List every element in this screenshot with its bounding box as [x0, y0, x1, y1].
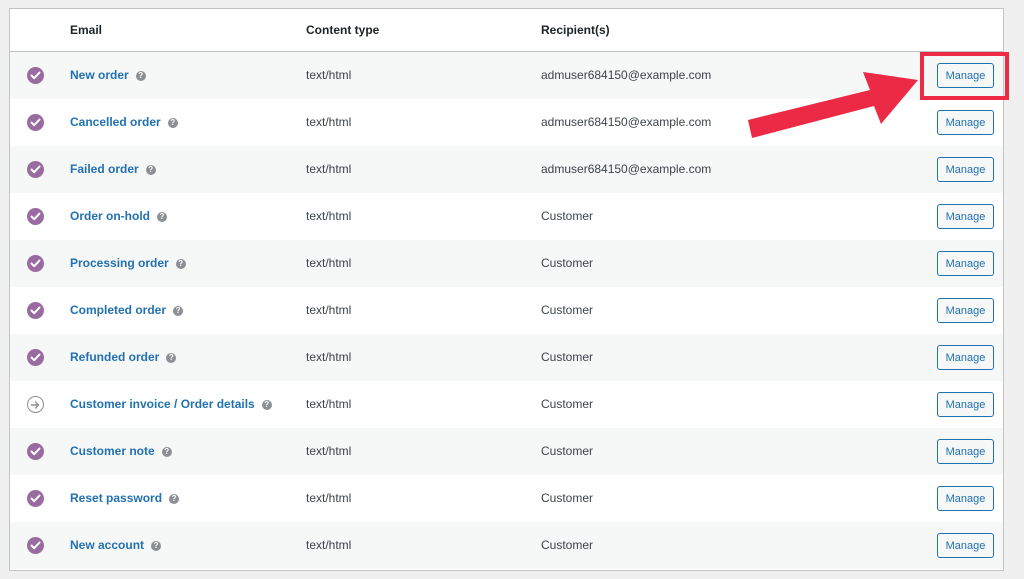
email-name-link[interactable]: Customer invoice / Order details [70, 397, 255, 411]
help-tip-icon[interactable]: ? [151, 541, 162, 551]
email-name-link[interactable]: New account [70, 538, 144, 552]
email-cell: New account? [70, 538, 162, 552]
email-name-link[interactable]: Completed order [70, 303, 166, 317]
table-row: Order on-hold? text/html Customer Manage [10, 193, 1003, 240]
content-type-cell: text/html [306, 209, 352, 223]
table-row: Reset password? text/html Customer Manage [10, 475, 1003, 522]
email-cell: Reset password? [70, 491, 180, 505]
email-cell: Failed order? [70, 162, 156, 176]
email-cell: Customer invoice / Order details? [70, 397, 272, 411]
content-type-cell: text/html [306, 491, 352, 505]
help-tip-icon[interactable]: ? [173, 306, 184, 316]
email-name-link[interactable]: Customer note [70, 444, 155, 458]
help-tip-icon[interactable]: ? [157, 212, 167, 222]
enabled-check-icon [27, 67, 44, 84]
email-cell: Order on-hold? [70, 209, 167, 223]
recipient-cell: Customer [541, 397, 594, 411]
recipient-cell: Customer [541, 209, 594, 223]
help-tip-icon[interactable]: ? [161, 447, 172, 457]
help-tip-icon[interactable]: ? [145, 165, 156, 175]
manual-send-arrow-icon [27, 396, 44, 413]
recipient-cell: Customer [541, 303, 594, 317]
table-row: Customer invoice / Order details? text/ht… [10, 381, 1003, 428]
content-type-cell: text/html [306, 397, 352, 411]
content-type-cell: text/html [306, 256, 352, 270]
recipient-cell: Customer [541, 538, 594, 552]
email-name-link[interactable]: Refunded order [70, 350, 159, 364]
recipient-cell: Customer [541, 256, 594, 270]
table-row: Processing order? text/html Customer Manage [10, 240, 1003, 287]
enabled-check-icon [27, 114, 44, 131]
content-type-cell: text/html [306, 68, 352, 82]
email-name-link[interactable]: Order on-hold [70, 209, 150, 223]
manage-button[interactable]: Manage [937, 486, 994, 511]
table-row: New order? text/html admuser684150@example… [10, 52, 1003, 99]
manage-button[interactable]: Manage [937, 110, 994, 135]
manage-button[interactable]: Manage [937, 204, 994, 229]
email-name-link[interactable]: Failed order [70, 162, 139, 176]
enabled-check-icon [27, 161, 44, 178]
manage-button[interactable]: Manage [937, 533, 994, 558]
content-type-cell: text/html [306, 350, 352, 364]
manage-button[interactable]: Manage [937, 298, 994, 323]
email-name-link[interactable]: New order [70, 68, 129, 82]
recipient-cell: admuser684150@example.com [541, 162, 712, 176]
manage-button[interactable]: Manage [937, 345, 994, 370]
enabled-check-icon [27, 443, 44, 460]
help-tip-icon[interactable]: ? [167, 118, 178, 128]
enabled-check-icon [27, 349, 44, 366]
enabled-check-icon [27, 490, 44, 507]
email-settings-panel: Email Content type Recipient(s) New orde… [9, 8, 1004, 571]
table-header: Email Content type Recipient(s) [10, 9, 1003, 52]
enabled-check-icon [27, 302, 44, 319]
email-cell: Completed order? [70, 303, 184, 317]
email-name-link[interactable]: Cancelled order [70, 115, 161, 129]
column-header-recipients: Recipient(s) [541, 23, 610, 37]
table-row: Cancelled order? text/html admuser684150@e… [10, 99, 1003, 146]
help-tip-icon[interactable]: ? [135, 71, 146, 81]
email-cell: Customer note? [70, 444, 172, 458]
email-list: New order? text/html admuser684150@example… [10, 52, 1003, 569]
enabled-check-icon [27, 208, 44, 225]
manage-button[interactable]: Manage [937, 157, 994, 182]
email-cell: Processing order? [70, 256, 186, 270]
table-row: Customer note? text/html Customer Manage [10, 428, 1003, 475]
enabled-check-icon [27, 537, 44, 554]
table-row: Completed order? text/html Customer Manage [10, 287, 1003, 334]
manage-button[interactable]: Manage [937, 251, 994, 276]
table-row: Refunded order? text/html Customer Manage [10, 334, 1003, 381]
email-cell: New order? [70, 68, 146, 82]
content-type-cell: text/html [306, 162, 352, 176]
recipient-cell: Customer [541, 491, 594, 505]
email-cell: Refunded order? [70, 350, 177, 364]
content-type-cell: text/html [306, 303, 352, 317]
content-type-cell: text/html [306, 444, 352, 458]
recipient-cell: admuser684150@example.com [541, 68, 712, 82]
help-tip-icon[interactable]: ? [261, 400, 272, 410]
help-tip-icon[interactable]: ? [166, 353, 177, 363]
email-name-link[interactable]: Reset password [70, 491, 162, 505]
recipient-cell: Customer [541, 350, 594, 364]
manage-button[interactable]: Manage [937, 63, 994, 88]
content-type-cell: text/html [306, 115, 352, 129]
column-header-email: Email [70, 23, 103, 37]
help-tip-icon[interactable]: ? [169, 494, 180, 504]
recipient-cell: admuser684150@example.com [541, 115, 712, 129]
manage-button[interactable]: Manage [937, 439, 994, 464]
help-tip-icon[interactable]: ? [175, 259, 186, 269]
enabled-check-icon [27, 255, 44, 272]
table-row: Failed order? text/html admuser684150@exam… [10, 146, 1003, 193]
manage-button[interactable]: Manage [937, 392, 994, 417]
email-cell: Cancelled order? [70, 115, 178, 129]
column-header-content-type: Content type [306, 23, 380, 37]
content-type-cell: text/html [306, 538, 352, 552]
table-row: New account? text/html Customer Manage [10, 522, 1003, 569]
email-name-link[interactable]: Processing order [70, 256, 169, 270]
recipient-cell: Customer [541, 444, 594, 458]
